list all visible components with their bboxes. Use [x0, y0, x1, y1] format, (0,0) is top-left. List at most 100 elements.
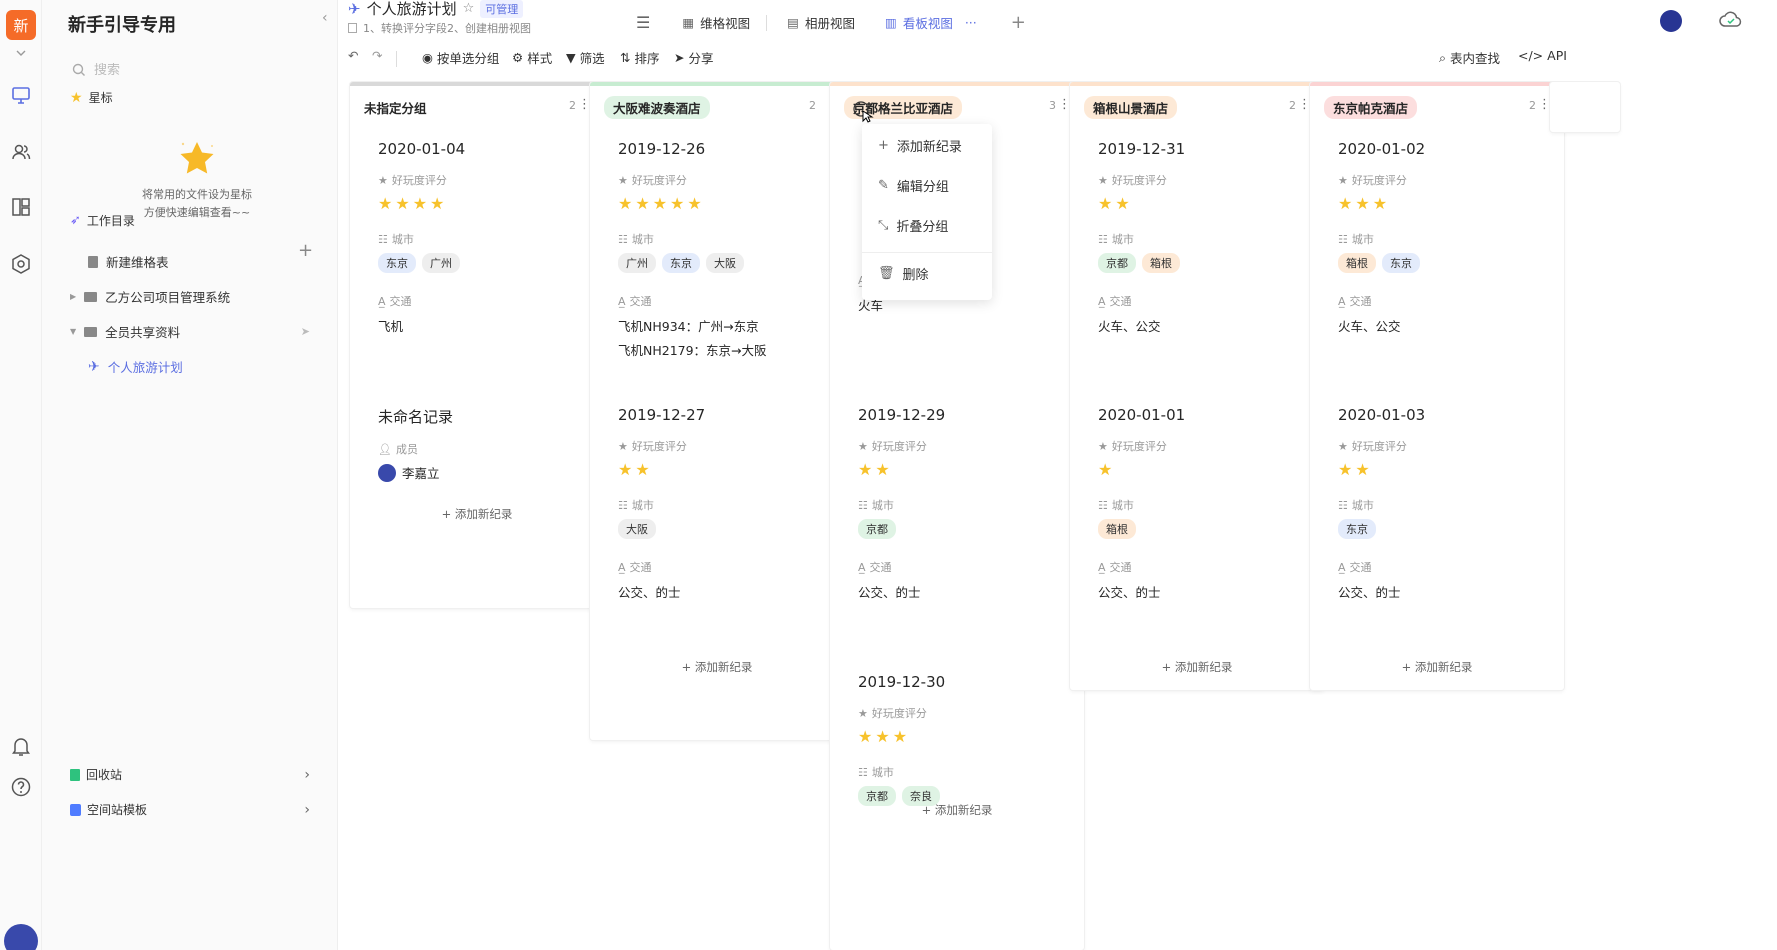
- card-title: 2019-12-29: [858, 406, 946, 424]
- users-icon[interactable]: [10, 141, 32, 163]
- redo-icon[interactable]: ↷: [372, 48, 382, 63]
- add-view-button[interactable]: +: [1011, 12, 1026, 33]
- undo-icon[interactable]: ↶: [348, 48, 358, 63]
- menu-edit-group[interactable]: ✎ 编辑分组: [878, 176, 949, 195]
- field-label-rating: ★ 好玩度评分: [618, 439, 687, 454]
- kanban-card[interactable]: 2019-12-31 ★ 好玩度评分 ★ ★ ☷ 城市 京都 箱根 A̲ 交通 火车、公…: [1070, 140, 1324, 339]
- field-label-city: ☷ 城市: [858, 765, 894, 780]
- menu-collapse-group[interactable]: ⤡ 折叠分组: [878, 216, 948, 235]
- add-node-button[interactable]: +: [298, 240, 313, 261]
- style-button[interactable]: ⚙ 样式: [512, 48, 552, 67]
- layout-icon[interactable]: [10, 196, 32, 218]
- field-label-rating: ★ 好玩度评分: [1338, 439, 1407, 454]
- column-more-icon[interactable]: ⋮: [1058, 97, 1071, 112]
- tab-grid-view[interactable]: ▦ 维格视图: [682, 13, 750, 32]
- menu-label: 删除: [902, 268, 929, 283]
- column-name[interactable]: 未指定分组: [364, 96, 427, 119]
- kanban-card[interactable]: 2020-01-01 ★ 好玩度评分 ★ ☷ 城市 箱根 A̲ 交通 公交、的士: [1070, 406, 1324, 605]
- add-record-button[interactable]: + 添加新纪录: [830, 802, 1084, 818]
- field-label-rating: ★ 好玩度评分: [1098, 173, 1167, 188]
- column-more-icon[interactable]: ⋮: [1538, 97, 1551, 112]
- tab-gallery-view[interactable]: ▤ 相册视图: [787, 13, 855, 32]
- recycle-bin[interactable]: 回收站 ›: [70, 766, 310, 783]
- column-count: 2: [569, 99, 576, 112]
- tree-item-label: 个人旅游计划: [107, 360, 183, 375]
- column-header: 未指定分组 2 ⋮: [350, 86, 604, 122]
- column-name[interactable]: 箱根山景酒店: [1084, 96, 1178, 119]
- search-icon: ⌕: [1439, 49, 1447, 65]
- sort-button[interactable]: ⇅ 排序: [620, 48, 660, 67]
- doc-description[interactable]: 1、转换评分字段2、创建相册视图: [348, 20, 531, 36]
- field-label-rating: ★ 好玩度评分: [1338, 173, 1407, 188]
- add-record-button[interactable]: + 添加新纪录: [1070, 659, 1324, 675]
- sheet-icon: [88, 255, 98, 268]
- column-name[interactable]: 东京帕克酒店: [1324, 96, 1418, 119]
- kanban-card[interactable]: 2020-01-04 ★ 好玩度评分 ★ ★ ★ ★ ☷ 城市 东京 广州 A̲ 交通 飞机: [350, 140, 604, 339]
- group-by-button[interactable]: ◉ 按单选分组: [422, 48, 499, 67]
- kanban-card[interactable]: 2020-01-03 ★ 好玩度评分 ★ ★ ☷ 城市 东京 A̲ 交通 公交、的士: [1310, 406, 1564, 605]
- transport-value: 火车、公交: [1338, 319, 1401, 334]
- kanban-column: 东京帕克酒店 2 ⋮ 2020-01-02 ★ 好玩度评分 ★ ★ ★ ☷ 城市 箱根 …: [1310, 82, 1564, 690]
- user-avatar[interactable]: [4, 924, 38, 950]
- menu-add-record[interactable]: + 添加新纪录: [878, 136, 962, 155]
- person-icon: 👤︎: [378, 442, 392, 456]
- tag: 东京: [662, 253, 700, 273]
- add-record-button[interactable]: + 添加新纪录: [350, 506, 604, 522]
- tag: 京都: [1098, 253, 1136, 273]
- kanban-card[interactable]: 2020-01-02 ★ 好玩度评分 ★ ★ ★ ☷ 城市 箱根 东京 A̲ 交通 火车、…: [1310, 140, 1564, 339]
- kanban-icon: ▥: [885, 15, 897, 30]
- cloud-sync-icon[interactable]: [1718, 10, 1744, 30]
- menu-delete[interactable]: 🗑︎ 删除: [878, 264, 929, 283]
- space-templates[interactable]: 空间站模板 ›: [70, 801, 310, 818]
- tree-item-folder-shared[interactable]: ▼ 全员共享资料 ➤: [70, 322, 310, 341]
- api-button[interactable]: </> API: [1518, 48, 1567, 63]
- starred-header[interactable]: ★ 星标: [70, 89, 113, 106]
- column-header: 东京帕克酒店 2 ⋮: [1310, 86, 1564, 122]
- gear-icon: ⚙: [512, 50, 524, 65]
- tree-item-label: 乙方公司项目管理系统: [105, 290, 231, 305]
- collaborator-avatar[interactable]: [1660, 10, 1682, 32]
- group-icon: ◉: [422, 50, 433, 65]
- left-rail: 新: [0, 0, 42, 950]
- tree-item-folder-project[interactable]: ▶ 乙方公司项目管理系统: [70, 287, 230, 306]
- tree-item-travel-plan[interactable]: ✈ 个人旅游计划: [88, 357, 183, 376]
- sidebar-search[interactable]: [72, 58, 312, 82]
- share-button[interactable]: ➤ 分享: [674, 48, 714, 67]
- view-tabs: ☰ ▦ 维格视图 ▤ 相册视图 ▥ 看板视图 ··· +: [636, 12, 1026, 33]
- tree-item-sheet[interactable]: 新建维格表: [88, 252, 169, 271]
- collapse-sidebar-icon[interactable]: ‹: [322, 10, 328, 26]
- add-record-button[interactable]: + 添加新纪录: [1310, 659, 1564, 675]
- bell-icon[interactable]: [10, 735, 32, 757]
- share-icon[interactable]: ➤: [301, 325, 310, 338]
- monitor-icon[interactable]: [10, 84, 32, 106]
- mouse-cursor-icon: [853, 101, 874, 123]
- view-more-icon[interactable]: ···: [965, 15, 977, 30]
- menu-icon[interactable]: ☰: [636, 13, 650, 32]
- add-record-button[interactable]: + 添加新纪录: [590, 659, 844, 675]
- tab-kanban-view[interactable]: ▥ 看板视图 ···: [885, 13, 977, 32]
- workspace-logo[interactable]: 新: [6, 10, 36, 40]
- column-name[interactable]: 大阪难波奏酒店: [604, 96, 710, 119]
- field-label-transport: A̲交通: [858, 560, 892, 575]
- kanban-card[interactable]: 未命名记录 👤︎ 成员 李嘉立: [350, 406, 604, 482]
- field-label-city: ☷ 城市: [1098, 232, 1134, 247]
- kanban-card[interactable]: 2019-12-29 ★ 好玩度评分 ★ ★ ☷ 城市 京都 A̲ 交通 公交、的士: [830, 406, 1084, 605]
- doc-title[interactable]: 个人旅游计划: [367, 0, 457, 19]
- settings-hex-icon[interactable]: [10, 253, 32, 275]
- chevron-down-icon[interactable]: [14, 46, 28, 60]
- star-outline-icon[interactable]: ☆: [463, 1, 475, 16]
- search-input[interactable]: [94, 62, 294, 78]
- filter-button[interactable]: ▼ 筛选: [566, 48, 605, 67]
- kanban-card[interactable]: 2019-12-27 ★ 好玩度评分 ★ ★ ☷ 城市 大阪 A̲ 交通 公交、的士: [590, 406, 844, 605]
- find-in-table-button[interactable]: ⌕ 表内查找: [1439, 48, 1500, 67]
- kanban-column-partial: [1550, 82, 1620, 132]
- kanban-card[interactable]: 2019-12-26 ★ 好玩度评分 ★ ★ ★ ★ ★ ☷ 城市 广州 东京 大阪 A̲ 交…: [590, 140, 844, 363]
- help-icon[interactable]: [10, 776, 32, 798]
- list-field-icon: ☷: [1098, 498, 1108, 512]
- column-more-icon[interactable]: ⋮: [578, 97, 591, 112]
- column-count: 3: [1049, 99, 1056, 112]
- work-dir-header[interactable]: ➶ 工作目录: [70, 212, 135, 229]
- sidebar: 新手引导专用 ‹ ★ 星标 将常用的文件设为星标 方便快速编辑查看~~ ➶ 工作…: [42, 0, 338, 950]
- star-field-icon: ★: [858, 706, 868, 720]
- column-more-icon[interactable]: ⋮: [1298, 97, 1311, 112]
